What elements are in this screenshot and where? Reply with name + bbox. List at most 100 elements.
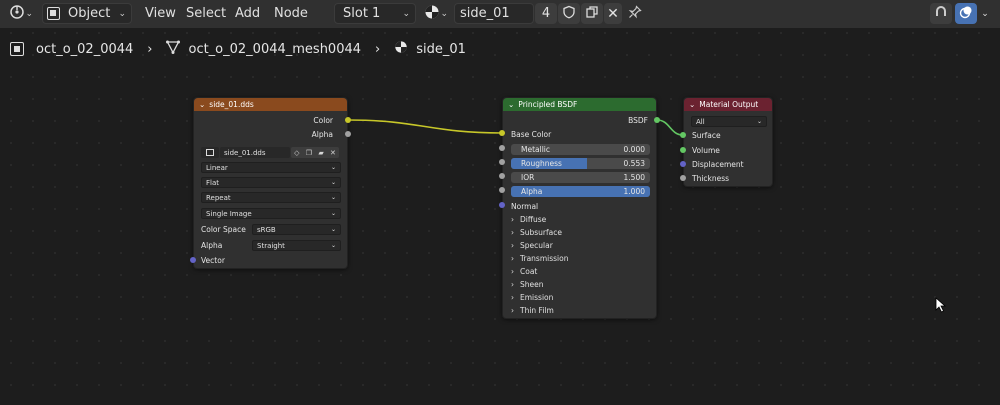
alpha-mode-value: Straight [257,241,285,250]
image-actions: ◇ ❐ ▰ ✕ [291,147,339,158]
base-color-label: Base Color [511,130,552,139]
output-target-value: All [696,117,705,126]
panel-subsurface[interactable]: › Subsurface [511,228,562,237]
panel-label: Subsurface [520,228,562,237]
panel-label: Sheen [520,280,544,289]
ior-field[interactable]: IOR 1.500 [511,172,650,183]
image-name-field[interactable]: side_01.dds [220,147,290,158]
alpha-mode-dropdown[interactable]: Straight ⌄ [252,240,341,251]
chevron-right-icon: › [511,293,514,302]
surface-label: Surface [692,131,721,140]
metallic-socket[interactable] [499,145,505,151]
output-target-dropdown[interactable]: All ⌄ [691,116,767,127]
roughness-field[interactable]: Roughness 0.553 [511,158,650,169]
ior-socket[interactable] [499,173,505,179]
bsdf-node-header[interactable]: ⌄ Principled BSDF [503,98,656,111]
chevron-down-icon: ⌄ [756,118,762,125]
panel-diffuse[interactable]: › Diffuse [511,215,546,224]
image-texture-node[interactable]: ⌄ side_01.dds Color Alpha side_01.dds ◇ … [193,97,348,269]
material-output-node[interactable]: ⌄ Material Output All ⌄ Surface Volume Di… [683,97,773,187]
alpha-field[interactable]: Alpha 1.000 [511,186,650,197]
source-value: Single Image [206,209,252,218]
color-link[interactable] [347,119,503,134]
roughness-value: 0.553 [623,159,645,168]
chevron-right-icon: › [511,228,514,237]
mouse-cursor-icon [935,297,947,316]
bsdf-node-title: Principled BSDF [518,100,578,109]
alpha-mode-label: Alpha [201,241,223,250]
vector-input-socket[interactable] [190,257,196,263]
interpolation-value: Linear [206,163,228,172]
alpha-socket[interactable] [499,187,505,193]
chevron-down-icon: ⌄ [330,179,336,186]
projection-dropdown[interactable]: Flat ⌄ [201,177,341,188]
thickness-socket[interactable] [680,175,686,181]
output-node-title: Material Output [699,100,759,109]
bsdf-link[interactable] [656,119,684,136]
surface-socket[interactable] [680,132,686,138]
chevron-down-icon: ⌄ [330,194,336,201]
chevron-down-icon: ⌄ [508,100,515,109]
normal-label: Normal [511,202,539,211]
ior-value: 1.500 [623,173,645,182]
color-output-socket[interactable] [345,117,351,123]
chevron-right-icon: › [511,280,514,289]
image-icon [206,149,214,156]
shield-icon[interactable]: ◇ [294,149,299,157]
close-icon[interactable]: ✕ [330,149,336,157]
extension-value: Repeat [206,193,231,202]
metallic-field[interactable]: Metallic 0.000 [511,144,650,155]
panel-specular[interactable]: › Specular [511,241,553,250]
principled-bsdf-node[interactable]: ⌄ Principled BSDF BSDF Base Color Metall… [502,97,657,319]
volume-socket[interactable] [680,147,686,153]
input-vector-label: Vector [201,256,225,265]
output-color-label: Color [313,116,333,125]
color-space-value: sRGB [257,225,276,234]
output-node-header[interactable]: ⌄ Material Output [684,98,772,111]
source-dropdown[interactable]: Single Image ⌄ [201,208,341,219]
panel-label: Diffuse [520,215,547,224]
interpolation-dropdown[interactable]: Linear ⌄ [201,162,341,173]
panel-transmission[interactable]: › Transmission [511,254,568,263]
chevron-right-icon: › [511,241,514,250]
image-browse-button[interactable] [201,147,219,158]
extension-dropdown[interactable]: Repeat ⌄ [201,192,341,203]
roughness-socket[interactable] [499,159,505,165]
panel-label: Coat [520,267,538,276]
color-space-dropdown[interactable]: sRGB ⌄ [252,224,341,235]
image-node-title: side_01.dds [209,100,254,109]
displacement-label: Displacement [692,160,744,169]
panel-label: Thin Film [520,306,554,315]
roughness-label: Roughness [521,159,562,168]
image-node-header[interactable]: ⌄ side_01.dds [194,98,347,111]
panel-thin-film[interactable]: › Thin Film [511,306,554,315]
base-color-socket[interactable] [499,130,505,136]
image-name-text: side_01.dds [224,148,266,157]
volume-label: Volume [692,146,720,155]
chevron-right-icon: › [511,267,514,276]
chevron-right-icon: › [511,215,514,224]
chevron-right-icon: › [511,254,514,263]
chevron-down-icon: ⌄ [689,100,696,109]
panel-label: Transmission [520,254,569,263]
alpha-value: 1.000 [623,187,645,196]
alpha-output-socket[interactable] [345,131,351,137]
chevron-right-icon: › [511,306,514,315]
metallic-label: Metallic [521,145,550,154]
folder-icon[interactable]: ▰ [318,149,323,157]
ior-label: IOR [521,173,535,182]
duplicate-icon[interactable]: ❐ [306,149,312,157]
chevron-down-icon: ⌄ [199,100,206,109]
panel-coat[interactable]: › Coat [511,267,537,276]
normal-socket[interactable] [499,202,505,208]
color-space-label: Color Space [201,225,246,234]
panel-emission[interactable]: › Emission [511,293,553,302]
metallic-value: 0.000 [623,145,645,154]
chevron-down-icon: ⌄ [330,226,336,233]
displacement-socket[interactable] [680,161,686,167]
panel-sheen[interactable]: › Sheen [511,280,544,289]
chevron-down-icon: ⌄ [330,164,336,171]
chevron-down-icon: ⌄ [330,242,336,249]
bsdf-output-socket[interactable] [654,117,660,123]
output-alpha-label: Alpha [311,130,333,139]
